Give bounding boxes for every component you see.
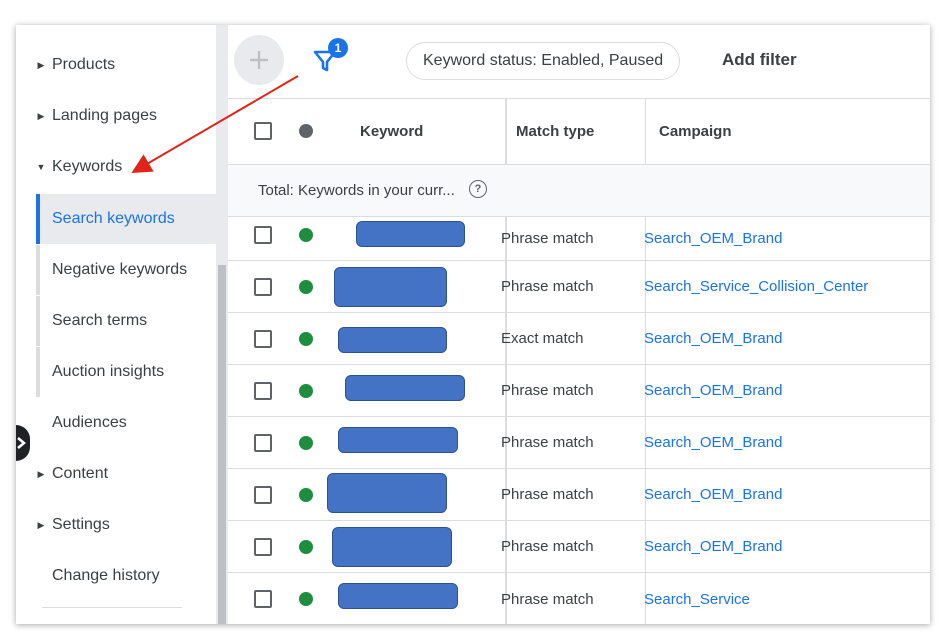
table-toolbar: 1 Keyword status: Enabled, Paused Add fi… <box>228 25 930 99</box>
caret-down-icon: ▼ <box>36 162 46 172</box>
chevron-right-icon <box>17 437 26 449</box>
match-type-cell: Phrase match <box>501 486 594 503</box>
sidebar-item-negative-keywords[interactable]: Negative keywords <box>36 245 216 295</box>
enabled-status-icon[interactable] <box>299 436 313 450</box>
sidebar-item-auction-insights[interactable]: Auction insights <box>36 347 216 397</box>
sidebar-scrollbar-thumb[interactable] <box>218 265 226 624</box>
match-type-cell: Phrase match <box>501 590 594 608</box>
keyword-status-filter-chip[interactable]: Keyword status: Enabled, Paused <box>406 42 681 80</box>
sidebar-item-keywords[interactable]: ▼ Keywords <box>16 142 216 192</box>
sidebar-item-audiences[interactable]: Audiences <box>16 398 216 448</box>
redacted-keyword <box>345 375 465 401</box>
enabled-status-icon[interactable] <box>299 332 313 346</box>
column-header-keyword[interactable]: Keyword <box>360 99 423 164</box>
sidebar-item-settings[interactable]: ▶ Settings <box>16 500 216 550</box>
table-row: Phrase match Search_OEM_Brand <box>228 217 930 261</box>
table-total-row: Total: Keywords in your curr... ? <box>228 165 930 217</box>
table-header-row: Keyword Match type Campaign <box>228 99 930 165</box>
enabled-status-icon[interactable] <box>299 280 313 294</box>
redacted-keyword <box>338 427 458 453</box>
campaign-link[interactable]: Search_OEM_Brand <box>644 217 782 260</box>
match-type-cell: Phrase match <box>501 382 594 399</box>
redacted-keyword <box>356 221 465 247</box>
column-header-match-type[interactable]: Match type <box>516 99 594 164</box>
status-column-icon[interactable] <box>299 124 313 138</box>
campaign-link[interactable]: Search_OEM_Brand <box>644 417 782 468</box>
sidebar-item-label: Settings <box>52 516 110 533</box>
sidebar-item-content[interactable]: ▶ Content <box>16 449 216 499</box>
total-label: Total: Keywords in your curr... <box>258 182 455 199</box>
sidebar: ▶ Products ▶ Landing pages ▼ Keywords Se… <box>16 25 228 624</box>
row-checkbox[interactable] <box>254 226 272 244</box>
redacted-keyword <box>334 267 447 307</box>
row-checkbox[interactable] <box>254 330 272 348</box>
campaign-link[interactable]: Search_OEM_Brand <box>644 521 782 572</box>
campaign-link[interactable]: Search_OEM_Brand <box>644 365 782 416</box>
sidebar-item-search-terms[interactable]: Search terms <box>36 296 216 346</box>
sidebar-item-search-keywords[interactable]: Search keywords <box>36 194 216 244</box>
main-content: 1 Keyword status: Enabled, Paused Add fi… <box>228 25 930 624</box>
table-row: Phrase match Search_Service <box>228 573 930 624</box>
sidebar-item-label: Keywords <box>52 158 123 175</box>
redacted-keyword <box>332 527 452 567</box>
match-type-cell: Phrase match <box>501 278 594 295</box>
table-row: Phrase match Search_OEM_Brand <box>228 365 930 417</box>
redacted-keyword <box>327 473 447 513</box>
table-row: Exact match Search_OEM_Brand <box>228 313 930 365</box>
enabled-status-icon[interactable] <box>299 540 313 554</box>
sidebar-divider <box>42 607 182 608</box>
sidebar-item-products[interactable]: ▶ Products <box>16 40 216 90</box>
campaign-link[interactable]: Search_OEM_Brand <box>644 313 782 364</box>
row-checkbox[interactable] <box>254 434 272 452</box>
sidebar-item-change-history[interactable]: Change history <box>16 551 216 601</box>
select-all-checkbox[interactable] <box>254 122 272 140</box>
row-checkbox[interactable] <box>254 538 272 556</box>
app-window: ▶ Products ▶ Landing pages ▼ Keywords Se… <box>16 25 930 624</box>
table-row: Phrase match Search_OEM_Brand <box>228 417 930 469</box>
match-type-cell: Phrase match <box>501 538 594 555</box>
row-checkbox[interactable] <box>254 382 272 400</box>
filter-count-badge: 1 <box>328 38 348 58</box>
sidebar-item-label: Search terms <box>52 312 148 329</box>
campaign-link[interactable]: Search_Service <box>644 573 750 624</box>
redacted-keyword <box>338 327 447 353</box>
redacted-keyword <box>338 583 458 609</box>
enabled-status-icon[interactable] <box>299 384 313 398</box>
caret-right-icon: ▶ <box>37 59 45 70</box>
campaign-link[interactable]: Search_OEM_Brand <box>644 469 782 520</box>
table-row: Phrase match Search_OEM_Brand <box>228 521 930 573</box>
table-row: Phrase match Search_Service_Collision_Ce… <box>228 261 930 313</box>
caret-right-icon: ▶ <box>37 468 45 479</box>
row-checkbox[interactable] <box>254 590 272 608</box>
add-icon <box>250 51 268 69</box>
campaign-link[interactable]: Search_Service_Collision_Center <box>644 261 868 312</box>
help-icon[interactable]: ? <box>469 180 487 198</box>
add-button[interactable] <box>234 35 284 85</box>
caret-right-icon: ▶ <box>37 110 45 121</box>
row-checkbox[interactable] <box>254 278 272 296</box>
sidebar-item-label: Search keywords <box>52 210 175 227</box>
sidebar-item-landing-pages[interactable]: ▶ Landing pages <box>16 91 216 141</box>
caret-right-icon: ▶ <box>37 519 45 530</box>
sidebar-item-label: Products <box>52 56 116 73</box>
enabled-status-icon[interactable] <box>299 488 313 502</box>
column-header-campaign[interactable]: Campaign <box>659 99 732 164</box>
enabled-status-icon[interactable] <box>299 228 313 242</box>
match-type-cell: Exact match <box>501 330 584 347</box>
sidebar-item-label: Auction insights <box>52 363 165 380</box>
match-type-cell: Phrase match <box>501 434 594 451</box>
table-row: Phrase match Search_OEM_Brand <box>228 469 930 521</box>
row-checkbox[interactable] <box>254 486 272 504</box>
sidebar-item-label: Negative keywords <box>52 261 188 278</box>
sidebar-item-label: Content <box>52 465 109 482</box>
sidebar-item-label: Audiences <box>52 414 127 431</box>
sidebar-item-label: Landing pages <box>52 107 157 124</box>
match-type-cell: Phrase match <box>501 230 594 247</box>
enabled-status-icon[interactable] <box>299 592 313 606</box>
add-filter-button[interactable]: Add filter <box>722 50 797 70</box>
sidebar-item-label: Change history <box>52 567 160 584</box>
